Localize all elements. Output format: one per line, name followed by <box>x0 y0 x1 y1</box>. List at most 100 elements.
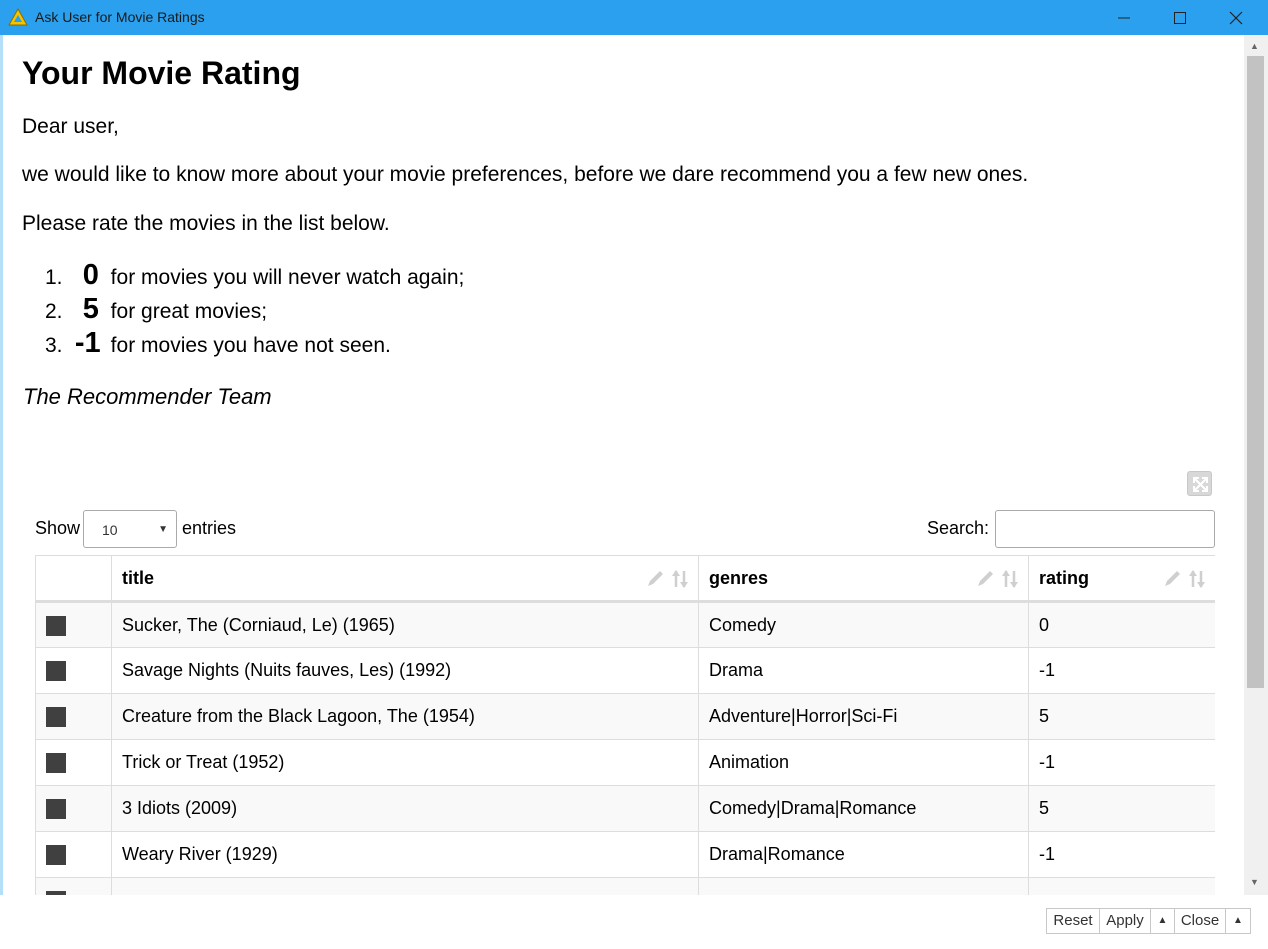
edit-sort-icon[interactable] <box>1163 568 1207 590</box>
maximize-button[interactable] <box>1152 0 1208 35</box>
title-cell <box>111 877 699 895</box>
edit-sort-icon[interactable] <box>976 568 1020 590</box>
genres-cell <box>698 877 1029 895</box>
table-row: Creature from the Black Lagoon, The (195… <box>35 693 1215 740</box>
rating-cell[interactable]: 0 <box>1028 601 1215 648</box>
instruction-text: Please rate the movies in the list below… <box>22 212 390 235</box>
row-select-cell[interactable] <box>35 601 112 648</box>
greeting-text: Dear user, <box>22 115 119 138</box>
intro-text: we would like to know more about your mo… <box>22 163 1029 186</box>
rule-text: for movies you have not seen. <box>104 334 391 357</box>
column-header-rating[interactable]: rating <box>1028 555 1215 603</box>
ratings-table: title genres rating Sucker, The (Corniau… <box>35 555 1215 895</box>
search-label: Search: <box>927 518 990 538</box>
row-checkbox[interactable] <box>46 753 66 774</box>
row-checkbox[interactable] <box>46 661 66 682</box>
scroll-up-icon[interactable]: ▲ <box>1250 41 1259 51</box>
column-header-label: rating <box>1039 567 1090 588</box>
entries-label: entries <box>182 518 237 538</box>
rule-item: 3. -1 for movies you have not seen. <box>45 327 464 361</box>
column-header-select[interactable] <box>35 555 112 603</box>
row-checkbox[interactable] <box>46 615 66 636</box>
rating-cell[interactable]: -1 <box>1028 831 1215 878</box>
table-row: Weary River (1929) Drama|Romance -1 <box>35 831 1215 878</box>
chevron-up-icon: ▲ <box>1233 915 1243 926</box>
table-row-partial <box>35 877 1215 895</box>
genres-cell: Adventure|Horror|Sci-Fi <box>698 693 1029 740</box>
row-select-cell[interactable] <box>35 831 112 878</box>
table-row: Trick or Treat (1952) Animation -1 <box>35 739 1215 786</box>
rating-cell[interactable]: -1 <box>1028 647 1215 694</box>
rule-number: 3. <box>45 334 63 357</box>
row-select-cell[interactable] <box>35 785 112 832</box>
minimize-button[interactable] <box>1096 0 1152 35</box>
scroll-down-icon[interactable]: ▼ <box>1250 877 1259 887</box>
title-cell: Weary River (1929) <box>111 831 699 878</box>
reset-button[interactable]: Reset <box>1046 908 1100 934</box>
minimize-icon <box>1118 17 1130 19</box>
search-input[interactable] <box>995 510 1215 548</box>
fullscreen-button[interactable] <box>1187 471 1212 496</box>
row-select-cell[interactable] <box>35 877 112 895</box>
rating-cell[interactable]: 5 <box>1028 693 1215 740</box>
table-row: Savage Nights (Nuits fauves, Les) (1992)… <box>35 647 1215 694</box>
signature-text: The Recommender Team <box>23 384 272 409</box>
genres-cell: Comedy <box>698 601 1029 648</box>
column-header-label: genres <box>709 567 769 588</box>
rating-cell[interactable]: 5 <box>1028 785 1215 832</box>
table-row: 3 Idiots (2009) Comedy|Drama|Romance 5 <box>35 785 1215 832</box>
apply-button[interactable]: Apply <box>1099 908 1151 934</box>
chevron-down-icon: ▼ <box>158 524 168 535</box>
rating-cell[interactable] <box>1028 877 1215 895</box>
title-cell: 3 Idiots (2009) <box>111 785 699 832</box>
row-select-cell[interactable] <box>35 693 112 740</box>
rule-number: 2. <box>45 300 63 323</box>
title-cell: Sucker, The (Corniaud, Le) (1965) <box>111 601 699 648</box>
entries-select[interactable]: 10 ▼ <box>83 510 177 548</box>
title-cell: Creature from the Black Lagoon, The (195… <box>111 693 699 740</box>
rule-number: 1. <box>45 266 63 289</box>
rule-item: 1. 0 for movies you will never watch aga… <box>45 259 464 293</box>
rating-cell[interactable]: -1 <box>1028 739 1215 786</box>
window-title: Ask User for Movie Ratings <box>35 9 205 25</box>
rule-value: 5 <box>82 293 99 325</box>
vertical-scrollbar[interactable]: ▲ ▼ <box>1244 35 1268 895</box>
table-row: Sucker, The (Corniaud, Le) (1965) Comedy… <box>35 601 1215 648</box>
column-header-genres[interactable]: genres <box>698 555 1029 603</box>
entries-select-value: 10 <box>102 522 118 538</box>
maximize-icon <box>1174 12 1186 24</box>
genres-cell: Comedy|Drama|Romance <box>698 785 1029 832</box>
rule-text: for great movies; <box>104 300 268 323</box>
row-checkbox[interactable] <box>46 799 66 820</box>
title-cell: Trick or Treat (1952) <box>111 739 699 786</box>
close-options-button[interactable]: ▲ <box>1225 908 1251 934</box>
column-header-title[interactable]: title <box>111 555 699 603</box>
genres-cell: Drama <box>698 647 1029 694</box>
genres-cell: Drama|Romance <box>698 831 1029 878</box>
rule-value: 0 <box>82 259 99 291</box>
close-icon <box>1229 11 1243 25</box>
rating-rules-list: 1. 0 for movies you will never watch aga… <box>45 259 464 361</box>
genres-cell: Animation <box>698 739 1029 786</box>
close-window-button[interactable] <box>1208 0 1264 35</box>
expand-icon <box>1193 477 1208 492</box>
knime-triangle-icon <box>8 8 28 26</box>
table-header-row: title genres rating <box>35 555 1215 603</box>
close-button[interactable]: Close <box>1174 908 1226 934</box>
rule-item: 2. 5 for great movies; <box>45 293 464 327</box>
row-checkbox[interactable] <box>46 845 66 866</box>
row-select-cell[interactable] <box>35 647 112 694</box>
column-header-label: title <box>122 567 155 588</box>
scrollbar-thumb[interactable] <box>1247 56 1264 688</box>
rule-text: for movies you will never watch again; <box>104 266 465 289</box>
show-label: Show <box>35 518 81 538</box>
title-bar: Ask User for Movie Ratings <box>0 0 1268 35</box>
edit-sort-icon[interactable] <box>646 568 690 590</box>
row-select-cell[interactable] <box>35 739 112 786</box>
apply-options-button[interactable]: ▲ <box>1150 908 1175 934</box>
page-title: Your Movie Rating <box>22 55 301 91</box>
rule-value: -1 <box>74 327 101 359</box>
title-cell: Savage Nights (Nuits fauves, Les) (1992) <box>111 647 699 694</box>
row-checkbox[interactable] <box>46 707 66 728</box>
dialog-content: Your Movie Rating Dear user, we would li… <box>3 35 1244 895</box>
